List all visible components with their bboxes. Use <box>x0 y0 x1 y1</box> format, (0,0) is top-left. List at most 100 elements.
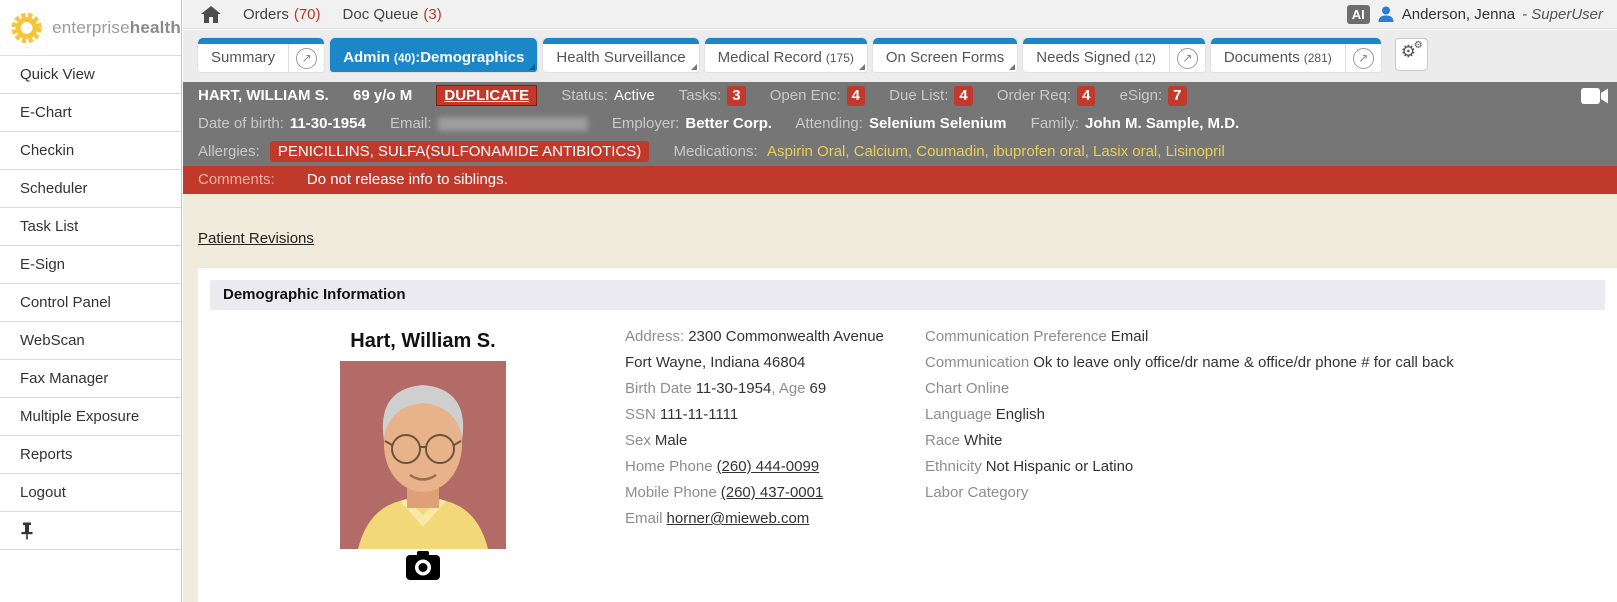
employer-value: Better Corp. <box>685 115 772 132</box>
row-value: White <box>964 432 1002 449</box>
status-label: Status: <box>561 87 608 104</box>
sidebar-item-scheduler[interactable]: Scheduler <box>0 170 181 208</box>
email-label: Email: <box>390 115 432 132</box>
patient-photo-column: Hart, William S. <box>318 330 528 586</box>
birth-row: Birth Date11-30-1954, Age69 <box>625 376 925 402</box>
tab-admin-demographics[interactable]: Admin (40):Demographics <box>330 38 537 72</box>
tab-summary-label: Summary <box>211 49 275 66</box>
tab-admin-count: (40) <box>394 51 415 65</box>
orders-link[interactable]: Orders <box>243 6 289 23</box>
due-list-badge[interactable]: 4 <box>954 86 972 106</box>
medication-link[interactable]: ibuprofen oral <box>985 143 1085 160</box>
patient-banner-row-2: Date of birth: 11-30-1954 Email: Employer… <box>183 110 1617 138</box>
sidebar-item-fax-manager[interactable]: Fax Manager <box>0 360 181 398</box>
ssn-row: SSN111-11-1111 <box>625 402 925 428</box>
attending-value: Selenium Selenium <box>869 115 1007 132</box>
video-camera-icon <box>1581 87 1609 105</box>
home-icon <box>201 6 221 23</box>
home-phone-row: Home Phone(260) 444-0099 <box>625 454 925 480</box>
email-redacted-value <box>438 117 588 131</box>
demographics-left-details: Address:2300 Commonwealth Avenue Fort Wa… <box>625 324 925 532</box>
tab-settings-button[interactable]: ⚙ ⚙ <box>1395 38 1428 71</box>
order-req-label: Order Req: <box>997 87 1071 104</box>
sidebar-item-logout[interactable]: Logout <box>0 474 181 512</box>
row-label: Language <box>925 406 992 423</box>
communication-row: CommunicationOk to leave only office/dr … <box>925 350 1565 376</box>
allergies-value[interactable]: PENICILLINS, SULFA(SULFONAMIDE ANTIBIOTI… <box>270 141 649 162</box>
email-row: Emailhorner@mieweb.com <box>625 506 925 532</box>
main-content: Patient Revisions Demographic Informatio… <box>183 194 1617 602</box>
mobile-phone-link[interactable]: (260) 437-0001 <box>721 484 824 501</box>
tab-on-screen-forms[interactable]: On Screen Forms <box>873 38 1017 72</box>
patient-age-sex: 69 y/o M <box>353 87 412 104</box>
tab-admin-label: Admin <box>343 49 390 66</box>
medication-link[interactable]: Lisinopril <box>1157 143 1225 160</box>
open-enc-label: Open Enc: <box>770 87 841 104</box>
ai-badge[interactable]: AI <box>1347 5 1370 24</box>
app-window: enterprisehealth Quick View E-Chart Chec… <box>0 0 1617 602</box>
tab-needs-signed-count: (12) <box>1135 51 1156 65</box>
sidebar-item-e-chart[interactable]: E-Chart <box>0 94 181 132</box>
row-label: Race <box>925 432 960 449</box>
sidebar: enterprisehealth Quick View E-Chart Chec… <box>0 0 182 602</box>
sidebar-item-checkin[interactable]: Checkin <box>0 132 181 170</box>
sidebar-item-webscan[interactable]: WebScan <box>0 322 181 360</box>
tab-needs-signed-popout[interactable]: ↗ <box>1169 44 1205 72</box>
tab-medical-record[interactable]: Medical Record(175) <box>705 38 867 72</box>
popout-arrow-icon: ↗ <box>296 48 317 69</box>
address-line2: Fort Wayne, Indiana 46804 <box>625 354 805 371</box>
medication-link[interactable]: Aspirin Oral <box>767 143 845 160</box>
doc-queue-link[interactable]: Doc Queue <box>343 6 419 23</box>
sidebar-item-quick-view[interactable]: Quick View <box>0 56 181 94</box>
allergies-label: Allergies: <box>198 143 260 160</box>
demographics-card: Demographic Information Hart, William S. <box>198 268 1617 602</box>
tab-documents-popout[interactable]: ↗ <box>1345 44 1381 72</box>
tab-admin-suffix: :Demographics <box>415 49 524 66</box>
race-row: RaceWhite <box>925 428 1565 454</box>
user-name[interactable]: Anderson, Jenna <box>1402 6 1515 23</box>
address-label: Address: <box>625 328 684 345</box>
row-label: Ethnicity <box>925 458 982 475</box>
duplicate-flag[interactable]: DUPLICATE <box>436 85 537 106</box>
sex-label: Sex <box>625 432 651 449</box>
tasks-badge[interactable]: 3 <box>727 86 745 106</box>
tab-needs-signed[interactable]: Needs Signed(12) ↗ <box>1023 38 1205 72</box>
open-enc-badge[interactable]: 4 <box>847 86 865 106</box>
user-role: - SuperUser <box>1522 6 1603 23</box>
mobile-phone-label: Mobile Phone <box>625 484 717 501</box>
medication-link[interactable]: Lasix oral <box>1085 143 1158 160</box>
tab-health-surveillance-label: Health Surveillance <box>556 49 685 66</box>
sidebar-item-multiple-exposure[interactable]: Multiple Exposure <box>0 398 181 436</box>
home-button[interactable] <box>201 6 221 23</box>
tab-medical-record-label: Medical Record <box>718 49 822 66</box>
orders-count[interactable]: (70) <box>294 6 321 23</box>
communication-preference-row: Communication PreferenceEmail <box>925 324 1565 350</box>
employer-label: Employer: <box>612 115 680 132</box>
sidebar-item-control-panel[interactable]: Control Panel <box>0 284 181 322</box>
tab-summary-popout[interactable]: ↗ <box>288 44 324 72</box>
dob-label: Date of birth: <box>198 115 284 132</box>
medication-link[interactable]: Calcium <box>845 143 908 160</box>
sidebar-pin-toggle[interactable] <box>0 512 181 550</box>
row-value: English <box>996 406 1045 423</box>
row-value: Email <box>1111 328 1149 345</box>
sidebar-item-reports[interactable]: Reports <box>0 436 181 474</box>
home-phone-link[interactable]: (260) 444-0099 <box>717 458 820 475</box>
patient-revisions-link[interactable]: Patient Revisions <box>198 230 314 247</box>
esign-badge[interactable]: 7 <box>1168 86 1186 106</box>
language-row: LanguageEnglish <box>925 402 1565 428</box>
doc-queue-count[interactable]: (3) <box>423 6 441 23</box>
tab-summary[interactable]: Summary ↗ <box>198 38 324 72</box>
dob-value: 11-30-1954 <box>290 115 366 132</box>
camera-icon <box>405 551 441 581</box>
order-req-badge[interactable]: 4 <box>1077 86 1095 106</box>
medication-link[interactable]: Coumadin <box>908 143 985 160</box>
brand-name-bold: health <box>130 18 181 37</box>
tab-health-surveillance[interactable]: Health Surveillance <box>543 38 698 72</box>
tab-documents[interactable]: Documents(281) ↗ <box>1211 38 1381 72</box>
sidebar-item-task-list[interactable]: Task List <box>0 208 181 246</box>
email-link[interactable]: horner@mieweb.com <box>667 510 810 527</box>
age-label: , Age <box>771 380 805 397</box>
update-photo-button[interactable] <box>405 551 441 586</box>
sidebar-item-e-sign[interactable]: E-Sign <box>0 246 181 284</box>
